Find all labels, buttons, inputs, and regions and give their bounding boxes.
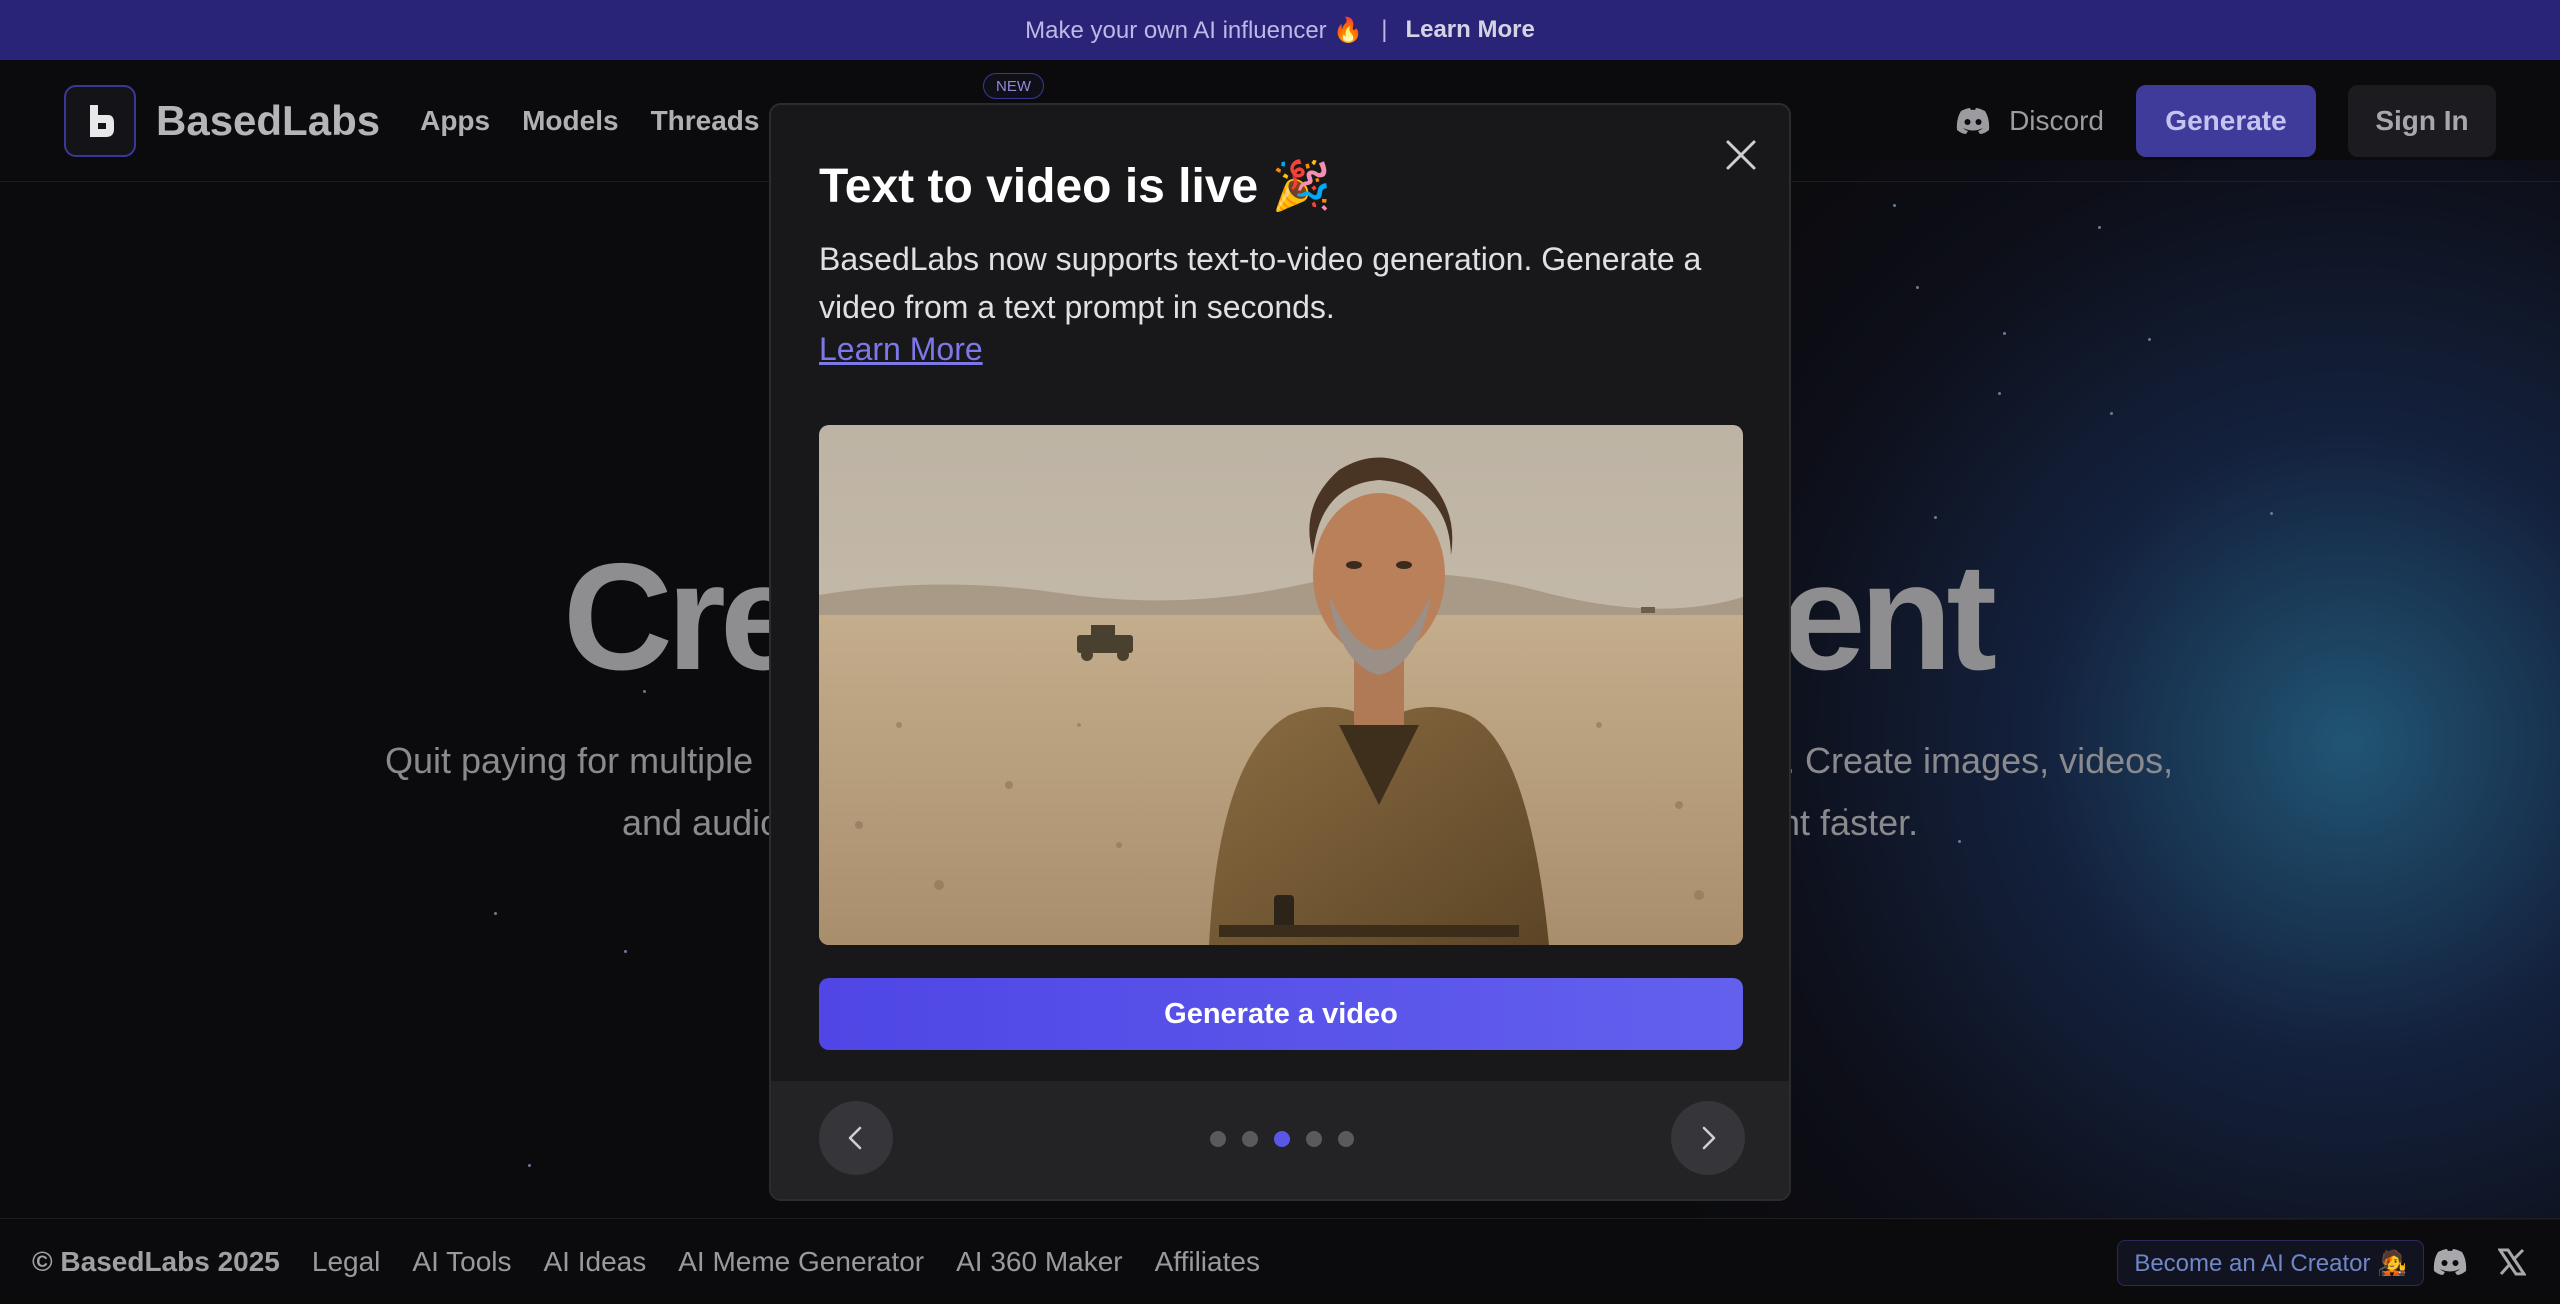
- basedlabs-logo-icon: [90, 104, 114, 137]
- nav-link-threads[interactable]: Threads: [651, 105, 760, 137]
- carousel-dot-active[interactable]: [1274, 1131, 1290, 1147]
- background-star: [1958, 840, 1961, 843]
- x-twitter-icon[interactable]: [2498, 1248, 2526, 1276]
- announcement-learn-more-link[interactable]: Learn More: [1405, 16, 1534, 44]
- new-badge: NEW: [983, 73, 1044, 99]
- modal-close-button[interactable]: [1721, 135, 1761, 175]
- announcement-text: Make your own AI influencer 🔥: [1025, 16, 1364, 44]
- footer-link-ai-360-maker[interactable]: AI 360 Maker: [956, 1246, 1123, 1278]
- announcement-modal: Text to video is live 🎉 BasedLabs now su…: [769, 103, 1791, 1201]
- footer-link-affiliates[interactable]: Affiliates: [1155, 1246, 1260, 1278]
- hero-subtitle-line2-left: and audio: [622, 802, 781, 843]
- brand-logo[interactable]: [64, 84, 136, 157]
- carousel-dot[interactable]: [1338, 1131, 1354, 1147]
- announcement-separator: |: [1381, 16, 1388, 43]
- carousel-dots: [771, 1131, 1789, 1147]
- announcement-bar: Make your own AI influencer 🔥 | Learn Mo…: [0, 0, 2560, 60]
- modal-description: BasedLabs now supports text-to-video gen…: [819, 241, 1702, 325]
- background-star: [528, 1164, 531, 1167]
- background-star: [1934, 516, 1937, 519]
- carousel-dot[interactable]: [1306, 1131, 1322, 1147]
- nav-links: Apps Models Threads: [420, 105, 759, 137]
- background-star: [2003, 332, 2006, 335]
- footer-copyright: © BasedLabs 2025: [32, 1245, 280, 1277]
- footer-link-ai-meme-generator[interactable]: AI Meme Generator: [678, 1246, 924, 1278]
- become-creator-button[interactable]: Become an AI Creator 🧑‍🎤: [2117, 1240, 2424, 1286]
- generate-button[interactable]: Generate: [2136, 85, 2316, 157]
- carousel-next-button[interactable]: [1671, 1101, 1745, 1175]
- footer-social-icons: [2432, 1248, 2526, 1276]
- hero-subtitle-line1-right: . Create images, videos,: [1785, 740, 2174, 781]
- hero-headline-right: ent: [1781, 532, 1997, 702]
- discord-label: Discord: [2009, 105, 2104, 136]
- footer-link-legal[interactable]: Legal: [312, 1246, 381, 1278]
- close-icon: [1726, 140, 1756, 170]
- background-star: [624, 950, 627, 953]
- discord-icon: [1956, 108, 1990, 134]
- modal-title: Text to video is live 🎉: [819, 160, 1332, 213]
- sign-in-button[interactable]: Sign In: [2348, 85, 2496, 157]
- modal-carousel-controls: [771, 1081, 1789, 1199]
- footer-link-ai-tools[interactable]: AI Tools: [412, 1246, 511, 1278]
- footer-links: Legal AI Tools AI Ideas AI Meme Generato…: [312, 1246, 1260, 1278]
- brand-name[interactable]: BasedLabs: [156, 97, 380, 145]
- modal-learn-more-link[interactable]: Learn More: [819, 331, 983, 368]
- modal-preview-image: [819, 425, 1743, 945]
- nav-actions: Discord Generate Sign In: [1955, 85, 2496, 157]
- nav-link-apps[interactable]: Apps: [420, 105, 490, 137]
- background-star: [2270, 512, 2273, 515]
- hero-headline-left: Cre: [563, 532, 804, 702]
- nav-link-models[interactable]: Models: [522, 105, 618, 137]
- background-star: [2148, 338, 2151, 341]
- discord-link[interactable]: Discord: [1955, 105, 2104, 137]
- background-star: [1998, 392, 2001, 395]
- background-star: [494, 912, 497, 915]
- background-star: [1893, 204, 1896, 207]
- carousel-dot[interactable]: [1210, 1131, 1226, 1147]
- footer-link-ai-ideas[interactable]: AI Ideas: [543, 1246, 646, 1278]
- background-star: [1916, 286, 1919, 289]
- desert-scene-illustration: [819, 425, 1743, 945]
- discord-icon[interactable]: [2432, 1248, 2468, 1276]
- hero-subtitle-line1-left: Quit paying for multiple: [385, 740, 754, 781]
- chevron-right-icon: [1702, 1126, 1716, 1150]
- carousel-dot[interactable]: [1242, 1131, 1258, 1147]
- background-star: [2110, 412, 2113, 415]
- background-star: [2098, 226, 2101, 229]
- generate-video-button[interactable]: Generate a video: [819, 978, 1743, 1050]
